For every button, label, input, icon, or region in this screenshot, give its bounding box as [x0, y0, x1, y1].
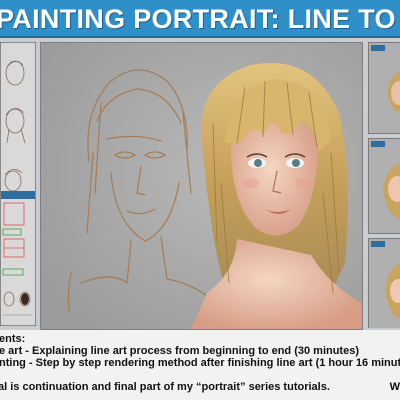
contents-item-painting: nting - Step by step rendering method af… [0, 357, 400, 369]
preview-board [0, 38, 400, 330]
series-note: al is continuation and final part of my … [0, 381, 330, 393]
description-area: ents: e art - Explaining line art proces… [0, 330, 400, 400]
portrait-line-to-color-icon [41, 43, 362, 329]
contents-heading: ents: [0, 333, 26, 345]
page-title: PAINTING PORTRAIT: LINE TO COLOR [0, 4, 400, 34]
progress-thumbnail [368, 42, 400, 134]
painting-progress-icon [369, 43, 400, 133]
corner-text: W [389, 381, 400, 393]
line-art-steps-panel [0, 42, 36, 326]
painting-progress-icon [369, 239, 400, 328]
progress-thumbnails-column [368, 42, 400, 328]
main-painting-canvas [40, 42, 363, 330]
progress-thumbnail [368, 238, 400, 328]
progress-thumbnail [368, 138, 400, 234]
sketch-steps-icon [1, 43, 35, 325]
header-banner: PAINTING PORTRAIT: LINE TO COLOR [0, 0, 400, 38]
painting-progress-icon [369, 139, 400, 233]
contents-item-line-art: e art - Explaining line art process from… [0, 345, 359, 357]
